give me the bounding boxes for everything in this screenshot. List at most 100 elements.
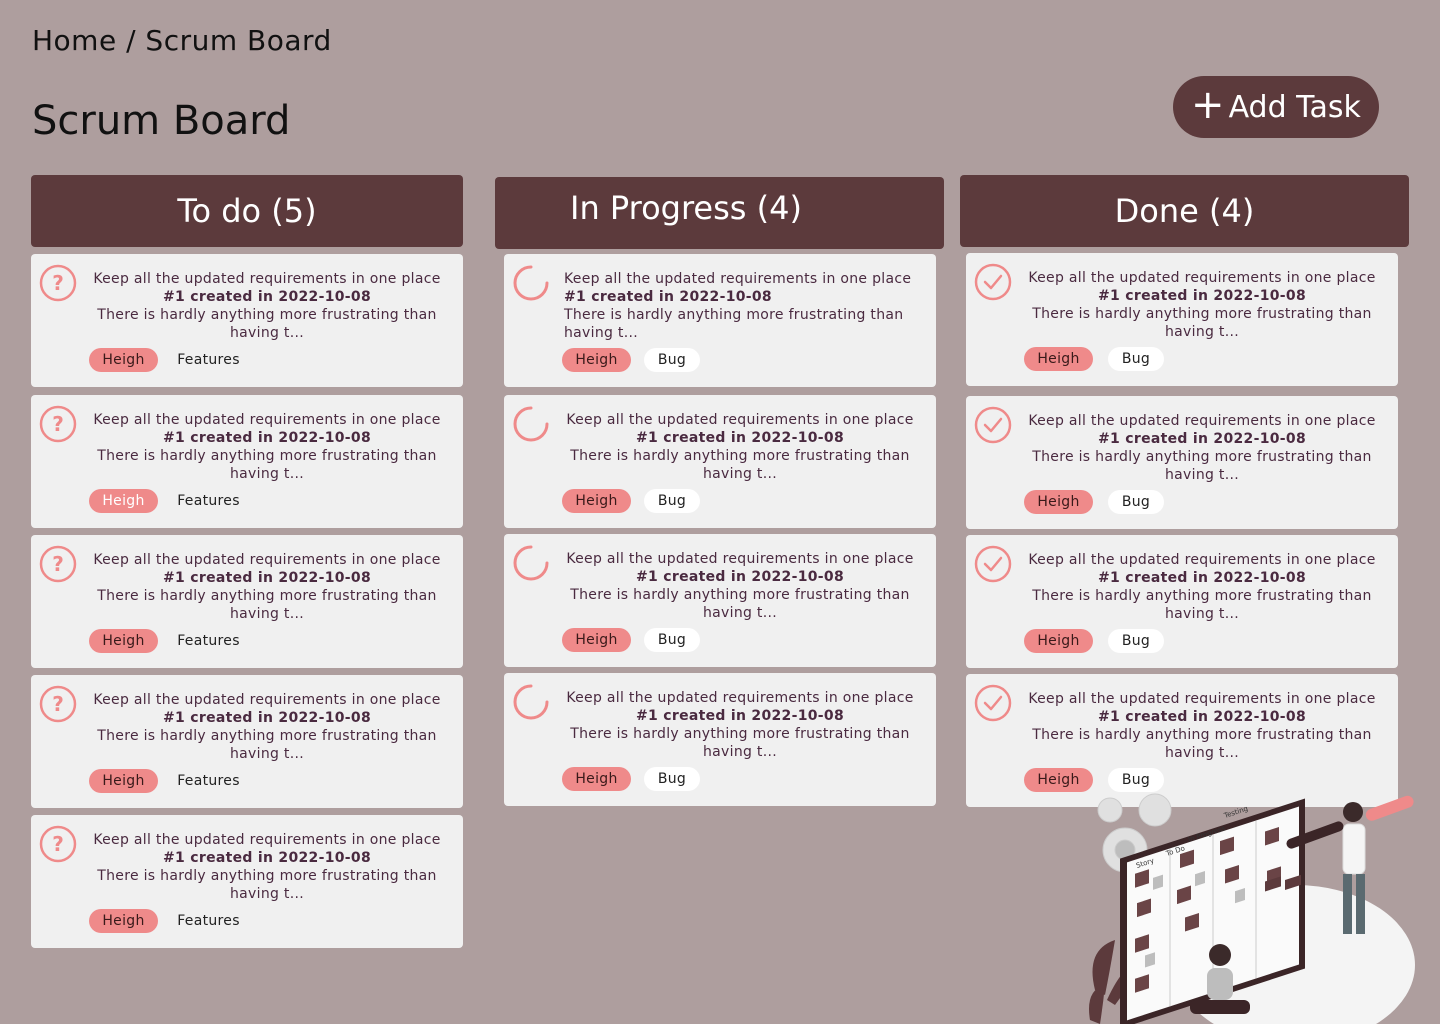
type-tag[interactable]: Features [176, 909, 241, 933]
task-description: There is hardly anything more frustratin… [1032, 588, 1372, 622]
type-tag[interactable]: Bug [644, 767, 700, 791]
task-card-done[interactable]: Keep all the updated requirements in one… [966, 674, 1398, 807]
task-text: Keep all the updated requirements in one… [1026, 551, 1378, 623]
task-title: Keep all the updated requirements in one… [566, 690, 914, 706]
task-text: Keep all the updated requirements in one… [91, 411, 443, 483]
priority-tag[interactable]: Heigh [562, 348, 631, 372]
priority-tag[interactable]: Heigh [562, 489, 631, 513]
task-title: Keep all the updated requirements in one… [93, 271, 441, 287]
question-circle-icon: ? [39, 264, 77, 302]
task-description: There is hardly anything more frustratin… [564, 307, 904, 341]
type-tag[interactable]: Bug [1108, 490, 1164, 514]
scrum-board-illustration: Story To Do In Progress Testing [1089, 793, 1415, 1024]
svg-text:?: ? [52, 412, 64, 436]
task-created: #1 created in 2022-10-08 [1098, 570, 1306, 586]
type-tag[interactable]: Features [176, 489, 241, 513]
question-circle-icon: ? [39, 825, 77, 863]
task-created: #1 created in 2022-10-08 [163, 850, 371, 866]
task-description: There is hardly anything more frustratin… [97, 307, 437, 341]
column-title-done: Done (4) [1114, 192, 1255, 230]
question-circle-icon: ? [39, 545, 77, 583]
task-created: #1 created in 2022-10-08 [163, 289, 371, 305]
question-circle-icon: ? [39, 685, 77, 723]
task-title: Keep all the updated requirements in one… [93, 832, 441, 848]
priority-tag[interactable]: Heigh [562, 767, 631, 791]
task-description: There is hardly anything more frustratin… [1032, 306, 1372, 340]
task-title: Keep all the updated requirements in one… [564, 271, 912, 287]
task-card-done[interactable]: Keep all the updated requirements in one… [966, 535, 1398, 668]
task-created: #1 created in 2022-10-08 [636, 430, 844, 446]
type-tag[interactable]: Bug [1108, 768, 1164, 792]
task-text: Keep all the updated requirements in one… [1026, 412, 1378, 484]
priority-tag[interactable]: Heigh [1024, 629, 1093, 653]
task-card-todo[interactable]: ? Keep all the updated requirements in on… [31, 395, 463, 528]
task-created: #1 created in 2022-10-08 [163, 430, 371, 446]
column-header-in-progress: In Progress (4) [495, 177, 944, 249]
task-card-in-progress[interactable]: Keep all the updated requirements in one… [504, 673, 936, 806]
task-text: Keep all the updated requirements in one… [564, 270, 916, 342]
task-card-todo[interactable]: ? Keep all the updated requirements in on… [31, 254, 463, 387]
type-tag[interactable]: Features [176, 348, 241, 372]
priority-tag[interactable]: Heigh [89, 629, 158, 653]
task-card-in-progress[interactable]: Keep all the updated requirements in one… [504, 395, 936, 528]
priority-tag[interactable]: Heigh [89, 348, 158, 372]
type-tag[interactable]: Bug [644, 489, 700, 513]
task-text: Keep all the updated requirements in one… [91, 551, 443, 623]
spinner-icon [512, 405, 550, 443]
type-tag[interactable]: Features [176, 629, 241, 653]
task-title: Keep all the updated requirements in one… [93, 552, 441, 568]
task-card-todo[interactable]: ? Keep all the updated requirements in on… [31, 535, 463, 668]
column-title-in-progress: In Progress (4) [570, 189, 802, 227]
task-created: #1 created in 2022-10-08 [636, 708, 844, 724]
task-title: Keep all the updated requirements in one… [93, 692, 441, 708]
check-circle-icon [974, 684, 1012, 722]
type-tag[interactable]: Features [176, 769, 241, 793]
priority-tag[interactable]: Heigh [562, 628, 631, 652]
task-card-done[interactable]: Keep all the updated requirements in one… [966, 253, 1398, 386]
task-created: #1 created in 2022-10-08 [163, 570, 371, 586]
task-title: Keep all the updated requirements in one… [1028, 270, 1376, 286]
priority-tag[interactable]: Heigh [89, 489, 158, 513]
task-card-todo[interactable]: ? Keep all the updated requirements in on… [31, 675, 463, 808]
svg-text:?: ? [52, 552, 64, 576]
spinner-icon [512, 544, 550, 582]
task-text: Keep all the updated requirements in one… [91, 691, 443, 763]
priority-tag[interactable]: Heigh [1024, 490, 1093, 514]
task-card-done[interactable]: Keep all the updated requirements in one… [966, 396, 1398, 529]
task-description: There is hardly anything more frustratin… [97, 588, 437, 622]
task-card-in-progress[interactable]: Keep all the updated requirements in one… [504, 254, 936, 387]
task-text: Keep all the updated requirements in one… [1026, 690, 1378, 762]
type-tag[interactable]: Bug [1108, 629, 1164, 653]
task-description: There is hardly anything more frustratin… [97, 868, 437, 902]
task-created: #1 created in 2022-10-08 [1098, 288, 1306, 304]
add-task-button[interactable]: + Add Task [1173, 76, 1379, 138]
check-circle-icon [974, 406, 1012, 444]
task-description: There is hardly anything more frustratin… [97, 448, 437, 482]
task-created: #1 created in 2022-10-08 [1098, 709, 1306, 725]
type-tag[interactable]: Bug [644, 348, 700, 372]
priority-tag[interactable]: Heigh [1024, 347, 1093, 371]
task-created: #1 created in 2022-10-08 [163, 710, 371, 726]
breadcrumb[interactable]: Home / Scrum Board [32, 24, 332, 57]
task-text: Keep all the updated requirements in one… [564, 689, 916, 761]
priority-tag[interactable]: Heigh [1024, 768, 1093, 792]
task-card-todo[interactable]: ? Keep all the updated requirements in on… [31, 815, 463, 948]
task-description: There is hardly anything more frustratin… [570, 448, 910, 482]
task-title: Keep all the updated requirements in one… [566, 412, 914, 428]
column-header-todo: To do (5) [31, 175, 463, 247]
type-tag[interactable]: Bug [1108, 347, 1164, 371]
task-text: Keep all the updated requirements in one… [564, 411, 916, 483]
plus-icon: + [1191, 82, 1225, 128]
task-description: There is hardly anything more frustratin… [1032, 449, 1372, 483]
task-card-in-progress[interactable]: Keep all the updated requirements in one… [504, 534, 936, 667]
task-description: There is hardly anything more frustratin… [1032, 727, 1372, 761]
priority-tag[interactable]: Heigh [89, 909, 158, 933]
task-title: Keep all the updated requirements in one… [1028, 413, 1376, 429]
type-tag[interactable]: Bug [644, 628, 700, 652]
question-circle-icon: ? [39, 405, 77, 443]
task-text: Keep all the updated requirements in one… [564, 550, 916, 622]
task-title: Keep all the updated requirements in one… [1028, 691, 1376, 707]
column-title-todo: To do (5) [177, 192, 317, 230]
task-title: Keep all the updated requirements in one… [566, 551, 914, 567]
priority-tag[interactable]: Heigh [89, 769, 158, 793]
